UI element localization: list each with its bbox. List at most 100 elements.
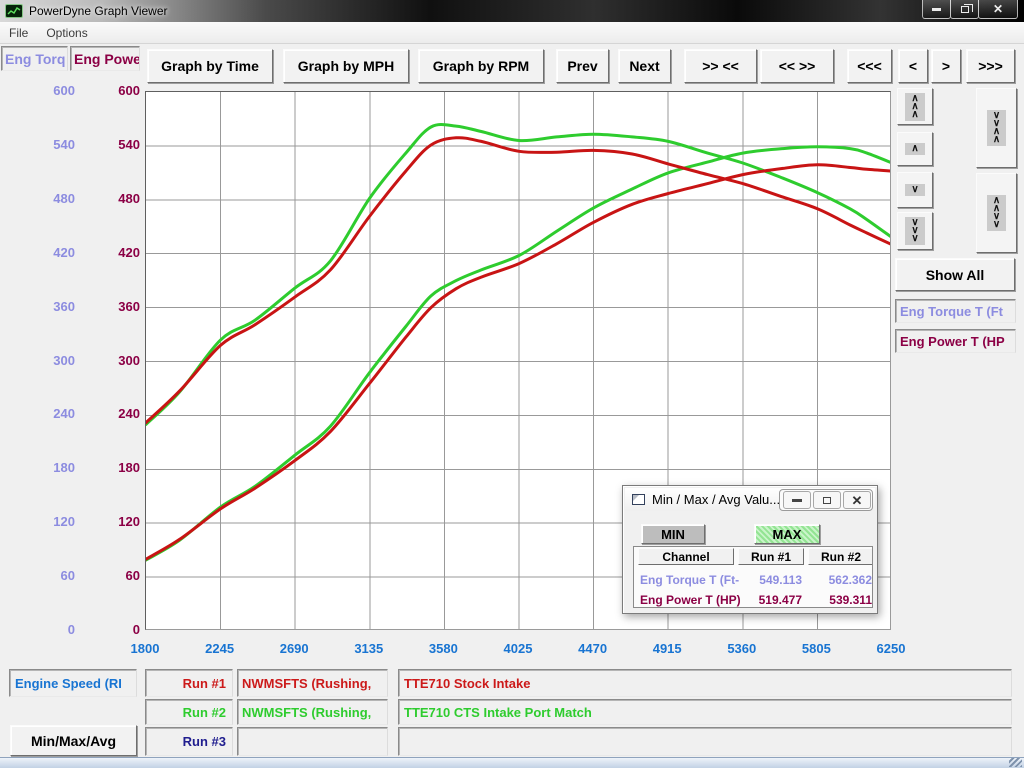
minimize-icon	[792, 499, 802, 502]
torque-tick-label: 120	[5, 514, 75, 530]
chevron-down-icon: ∨	[905, 184, 924, 196]
menu-options[interactable]: Options	[37, 24, 96, 42]
rpm-tick-label: 1800	[113, 641, 177, 657]
menu-file[interactable]: File	[0, 24, 37, 42]
scroll-right-button[interactable]: >	[931, 49, 961, 83]
minmax-run2-value: 539.311	[808, 593, 872, 607]
graph-by-time-button[interactable]: Graph by Time	[147, 49, 273, 83]
torque-tick-label: 360	[5, 299, 75, 315]
torque-tick-label: 600	[5, 83, 75, 99]
restore-icon	[961, 6, 969, 13]
minmax-window-title: Min / Max / Avg Valu...	[652, 492, 780, 507]
power-tick-label: 120	[70, 514, 140, 530]
run-3-label[interactable]: Run #3	[145, 727, 233, 756]
run-3-description[interactable]	[398, 727, 1012, 756]
torque-axis-header[interactable]: Eng Torq	[1, 46, 68, 71]
window-title: PowerDyne Graph Viewer	[29, 4, 168, 18]
minmax-run1-value: 549.113	[738, 573, 802, 587]
minmax-header-run-2[interactable]: Run #2	[808, 548, 873, 565]
zoom-out-y-button[interactable]: ∧∧∨∨	[976, 173, 1017, 253]
run-2-description[interactable]: TTE710 CTS Intake Port Match	[398, 699, 1012, 725]
power-tick-label: 360	[70, 299, 140, 315]
resize-grip[interactable]	[1009, 758, 1022, 767]
expand-vertical-icon: ∧∧∨∨	[987, 195, 1006, 231]
menu-bar: File Options	[0, 22, 1024, 44]
minimize-button[interactable]	[922, 0, 951, 19]
minmax-title-bar[interactable]: Min / Max / Avg Valu... ✕	[625, 488, 875, 511]
run-1-label[interactable]: Run #1	[145, 669, 233, 697]
power-tick-label: 180	[70, 460, 140, 476]
torque-tick-label: 420	[5, 245, 75, 261]
compress-vertical-icon: ∨∨∧∧	[987, 110, 1006, 146]
triple-chevron-up-icon: ∧∧∧	[905, 93, 924, 121]
rpm-tick-label: 6250	[859, 641, 923, 657]
torque-channel-label[interactable]: Eng Torque T (Ft	[895, 299, 1016, 323]
max-toggle-button[interactable]: MAX	[754, 524, 820, 544]
prev-button[interactable]: Prev	[556, 49, 609, 83]
scroll-right-fast-button[interactable]: >>>	[966, 49, 1015, 83]
power-tick-label: 60	[70, 568, 140, 584]
scroll-down-fast-button[interactable]: ∨∨∨	[897, 212, 933, 250]
torque-tick-label: 300	[5, 353, 75, 369]
zoom-in-y-button[interactable]: ∨∨∧∧	[976, 88, 1017, 168]
graph-by-rpm-button[interactable]: Graph by RPM	[418, 49, 544, 83]
close-icon: ✕	[852, 494, 863, 507]
minmax-close-button[interactable]: ✕	[843, 491, 871, 509]
power-tick-label: 540	[70, 137, 140, 153]
power-tick-label: 240	[70, 406, 140, 422]
scroll-left-fast-button[interactable]: <<<	[847, 49, 892, 83]
minmax-header-run-1[interactable]: Run #1	[738, 548, 804, 565]
run-3-source[interactable]	[237, 727, 388, 756]
close-button[interactable]: ✕	[978, 0, 1018, 19]
triple-chevron-down-icon: ∨∨∨	[905, 217, 924, 245]
close-icon: ✕	[993, 3, 1003, 15]
rpm-tick-label: 4025	[486, 641, 550, 657]
run-1-source[interactable]: NWMSFTS (Rushing,	[237, 669, 388, 697]
run-1-description[interactable]: TTE710 Stock Intake	[398, 669, 1012, 697]
rpm-tick-label: 5805	[784, 641, 848, 657]
graph-by-mph-button[interactable]: Graph by MPH	[283, 49, 409, 83]
title-bar: PowerDyne Graph Viewer ✕	[0, 0, 1024, 22]
x-axis-label-box[interactable]: Engine Speed (RI	[9, 669, 137, 697]
scroll-down-button[interactable]: ∨	[897, 172, 933, 208]
power-axis-header[interactable]: Eng Powe	[70, 46, 140, 71]
app-icon	[5, 4, 23, 18]
min-max-avg-button[interactable]: Min/Max/Avg	[10, 725, 137, 756]
zoom-out-x-button[interactable]: << >>	[760, 49, 834, 83]
power-tick-label: 420	[70, 245, 140, 261]
next-button[interactable]: Next	[618, 49, 671, 83]
maximize-button[interactable]	[950, 0, 979, 19]
min-max-avg-window: Min / Max / Avg Valu... ✕ MIN MAX Channe…	[622, 485, 878, 614]
min-toggle-button[interactable]: MIN	[641, 524, 705, 544]
rpm-tick-label: 4915	[635, 641, 699, 657]
curve-run-1-eng-torque-t-ft-lbs-	[146, 138, 890, 423]
minmax-run2-value: 562.362	[808, 573, 872, 587]
minmax-window-icon	[632, 494, 645, 505]
minmax-minimize-button[interactable]	[783, 491, 811, 509]
show-all-button[interactable]: Show All	[895, 258, 1015, 291]
minmax-restore-button[interactable]	[813, 491, 841, 509]
powerdyne-app-window: PowerDyne Graph Viewer ✕ File Options En…	[0, 0, 1024, 768]
rpm-tick-label: 3580	[411, 641, 475, 657]
run-2-source[interactable]: NWMSFTS (Rushing,	[237, 699, 388, 725]
scroll-up-fast-button[interactable]: ∧∧∧	[897, 88, 933, 125]
torque-tick-label: 60	[5, 568, 75, 584]
run-2-label[interactable]: Run #2	[145, 699, 233, 725]
power-tick-label: 600	[70, 83, 140, 99]
minmax-channel-name: Eng Power T (HP)	[640, 593, 740, 607]
power-tick-label: 300	[70, 353, 140, 369]
window-bottom-border	[0, 757, 1024, 768]
minmax-window-controls: ✕	[779, 489, 873, 511]
minmax-run1-value: 519.477	[738, 593, 802, 607]
scroll-left-button[interactable]: <	[898, 49, 928, 83]
zoom-in-x-button[interactable]: >> <<	[684, 49, 757, 83]
power-channel-label[interactable]: Eng Power T (HP	[895, 329, 1016, 353]
rpm-tick-label: 2690	[262, 641, 326, 657]
minmax-table: ChannelRun #1Run #2Eng Torque T (Ft-549.…	[633, 546, 873, 608]
scroll-up-button[interactable]: ∧	[897, 132, 933, 166]
minmax-header-channel[interactable]: Channel	[638, 548, 734, 565]
power-tick-label: 480	[70, 191, 140, 207]
window-controls: ✕	[923, 0, 1018, 19]
chevron-up-icon: ∧	[905, 143, 924, 155]
torque-tick-label: 240	[5, 406, 75, 422]
